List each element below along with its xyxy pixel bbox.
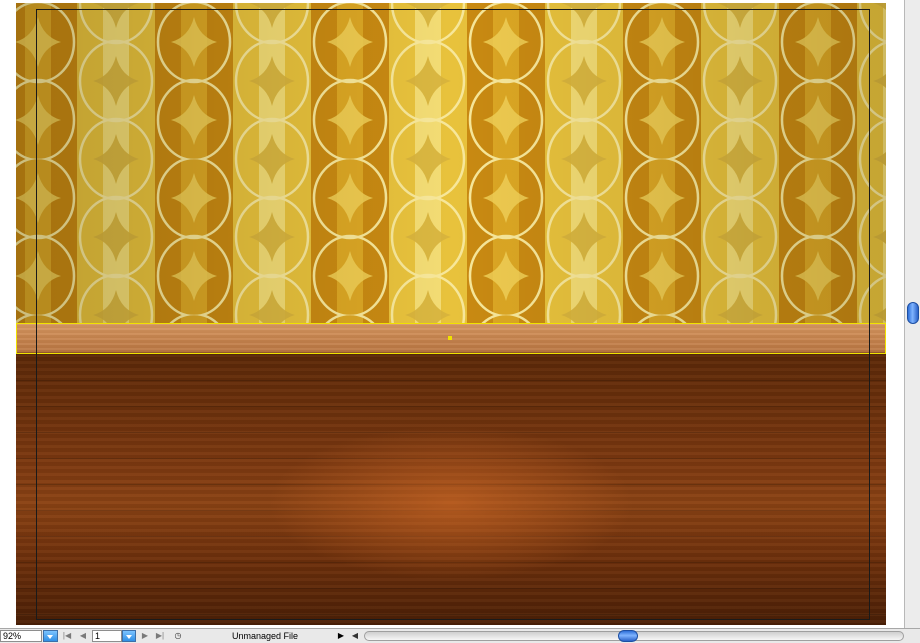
status-bar: 92% |◀ ◀ 1 ▶ ▶| ◷ Unmanaged File ▶ ◀ [0, 628, 920, 643]
next-page-icon[interactable]: ▶ [140, 630, 150, 642]
last-page-icon[interactable]: ▶| [155, 630, 165, 642]
play-icon[interactable]: ▶ [336, 630, 346, 642]
previous-page-icon[interactable]: ◀ [78, 630, 88, 642]
first-page-icon[interactable]: |◀ [62, 630, 72, 642]
wallpaper-pattern [16, 3, 886, 323]
rotate-view-icon[interactable]: ◷ [173, 630, 183, 642]
page-number-field[interactable]: 1 [92, 630, 122, 642]
vertical-scroll-thumb[interactable] [907, 302, 919, 324]
document-canvas[interactable] [0, 0, 904, 628]
wooden-floor [16, 354, 886, 625]
zoom-dropdown-button[interactable] [43, 630, 58, 642]
vertical-scrollbar[interactable] [904, 0, 920, 628]
zoom-field[interactable]: 92% [0, 630, 42, 642]
status-label[interactable]: Unmanaged File [190, 630, 340, 642]
scroll-left-icon[interactable]: ◀ [350, 630, 360, 642]
horizontal-scroll-thumb[interactable] [618, 630, 638, 642]
selection-center-point[interactable] [448, 336, 452, 340]
artboard [16, 3, 886, 625]
page-dropdown-button[interactable] [122, 630, 136, 642]
